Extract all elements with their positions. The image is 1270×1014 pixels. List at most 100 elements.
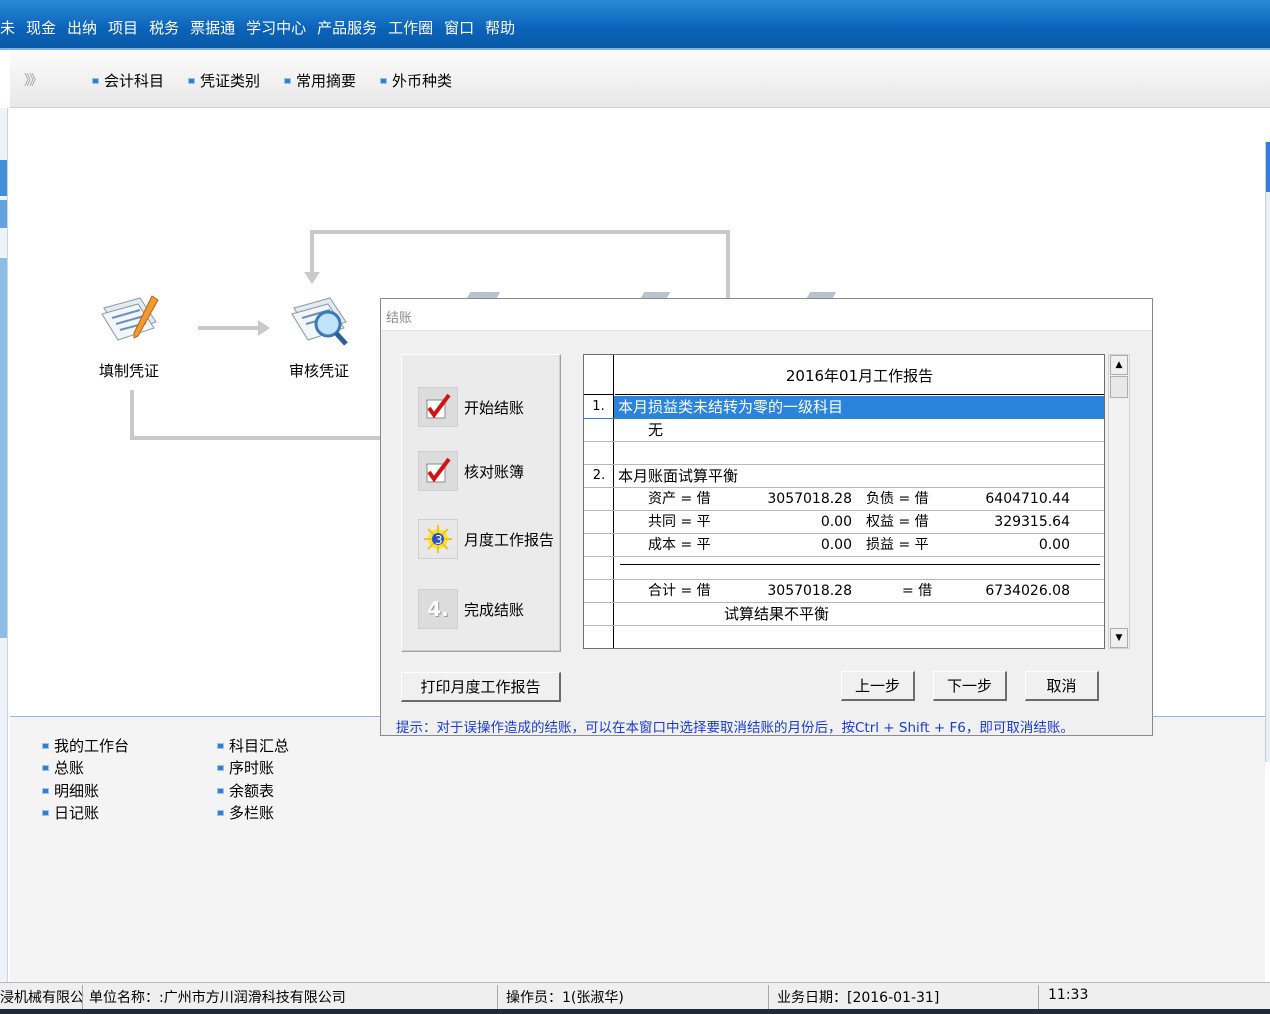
report-icon: 3 xyxy=(418,519,458,559)
total-label: = 借 xyxy=(902,583,933,599)
balance-label: 负债 = 借 xyxy=(866,491,929,507)
total-label: 合计 = 借 xyxy=(648,583,711,599)
flow-node-review-voucher[interactable]: 审核凭证 xyxy=(284,292,354,381)
check-icon xyxy=(418,451,458,491)
step-label: 核对账簿 xyxy=(464,462,525,481)
menu-item-help[interactable]: 帮助 xyxy=(480,17,521,39)
report-row[interactable]: 资产 = 借 3057018.28 负债 = 借 6404710.44 xyxy=(584,488,1104,511)
menu-item-project[interactable]: 项目 xyxy=(103,17,144,39)
flow-line xyxy=(310,230,314,275)
status-company-short: 浸机械有限公 xyxy=(0,990,84,1006)
right-panel-strip[interactable] xyxy=(1265,142,1270,762)
scroll-up-icon[interactable]: ▲ xyxy=(1110,355,1128,375)
flow-line xyxy=(130,436,382,440)
prev-step-button[interactable]: 上一步 xyxy=(841,671,915,701)
link-label: 余额表 xyxy=(229,782,275,800)
menu-item-workcircle[interactable]: 工作圈 xyxy=(383,17,439,39)
status-business-date: 业务日期：[2016-01-31] xyxy=(777,990,940,1006)
status-separator xyxy=(768,985,769,1009)
close-account-dialog: 结账 开始结账 核对账簿 3 月度工作报告 4. 完成结账 2016年01月工作… xyxy=(380,298,1153,736)
report-row[interactable]: 试算结果不平衡 xyxy=(584,603,1104,626)
toolbar-item-accounts[interactable]: 会计科目 xyxy=(92,70,164,91)
menu-item-partial[interactable]: 未 xyxy=(0,17,21,39)
link-detail-ledger[interactable]: 明细账 xyxy=(42,780,99,801)
balance-label: 资产 = 借 xyxy=(648,491,711,507)
bullet-icon xyxy=(217,742,224,749)
scroll-thumb[interactable] xyxy=(1110,376,1128,398)
balance-value: 329315.64 xyxy=(994,514,1070,530)
toolbar-item-currency[interactable]: 外币种类 xyxy=(380,70,452,91)
menu-item-window[interactable]: 窗口 xyxy=(439,17,480,39)
step-finish-close[interactable]: 4. 完成结账 xyxy=(418,589,524,629)
bullet-icon xyxy=(217,809,224,816)
balance-value: 0.00 xyxy=(1038,537,1070,553)
link-label: 明细账 xyxy=(54,782,100,800)
report-row[interactable]: 合计 = 借 3057018.28 = 借 6734026.08 xyxy=(584,580,1104,603)
link-chronological[interactable]: 序时账 xyxy=(217,757,274,778)
menu-item-cash[interactable]: 现金 xyxy=(21,17,62,39)
menu-item-cashier[interactable]: 出纳 xyxy=(62,17,103,39)
menu-item-learning[interactable]: 学习中心 xyxy=(241,17,312,39)
step4-number: 4. xyxy=(427,597,449,621)
link-my-workbench[interactable]: 我的工作台 xyxy=(42,735,129,756)
menu-item-products[interactable]: 产品服务 xyxy=(312,17,383,39)
report-row-selected[interactable]: 1. 本月损益类未结转为零的一级科目 xyxy=(584,396,1104,419)
flow-node-fill-voucher[interactable]: 填制凭证 xyxy=(94,292,164,381)
link-journal[interactable]: 日记账 xyxy=(42,802,99,823)
status-unit-name: 单位名称：:广州市方川润滑科技有限公司 xyxy=(89,990,346,1006)
bottom-links-panel: 我的工作台 总账 明细账 日记账 科目汇总 序时账 余额表 多栏账 xyxy=(10,716,1265,982)
status-separator xyxy=(1038,985,1039,1009)
link-general-ledger[interactable]: 总账 xyxy=(42,757,84,778)
toolbar-item-summaries[interactable]: 常用摘要 xyxy=(284,70,356,91)
bullet-icon xyxy=(42,787,49,794)
step-start-close[interactable]: 开始结账 xyxy=(418,387,524,427)
cancel-button[interactable]: 取消 xyxy=(1025,671,1099,701)
report-row[interactable] xyxy=(584,557,1104,580)
print-report-button[interactable]: 打印月度工作报告 xyxy=(401,672,561,702)
total-value: 6734026.08 xyxy=(985,583,1070,599)
step-monthly-report[interactable]: 3 月度工作报告 xyxy=(418,519,554,559)
status-time: 11:33 xyxy=(1048,987,1089,1003)
step-check-ledgers[interactable]: 核对账簿 xyxy=(418,451,524,491)
flow-line xyxy=(310,230,730,234)
bullet-icon xyxy=(284,77,292,84)
report-row[interactable]: 共同 = 平 0.00 权益 = 借 329315.64 xyxy=(584,511,1104,534)
flow-node-label: 审核凭证 xyxy=(288,362,349,380)
report-row[interactable]: 成本 = 平 0.00 损益 = 平 0.00 xyxy=(584,534,1104,557)
balance-value: 3057018.28 xyxy=(767,491,852,507)
bullet-icon xyxy=(92,77,99,84)
next-step-button[interactable]: 下一步 xyxy=(933,671,1007,701)
report-row[interactable] xyxy=(584,626,1104,648)
balance-label: 共同 = 平 xyxy=(648,514,711,530)
report-scrollbar[interactable]: ▲ ▼ xyxy=(1108,354,1130,649)
flow-node-label: 填制凭证 xyxy=(98,362,159,380)
report-row[interactable]: 2. 本月账面试算平衡 xyxy=(584,465,1104,488)
step4-number-icon: 4. xyxy=(418,589,458,629)
flow-line xyxy=(198,326,260,330)
menu-item-invoice[interactable]: 票据通 xyxy=(185,17,241,39)
menu-item-tax[interactable]: 税务 xyxy=(144,17,185,39)
dialog-title: 结账 xyxy=(386,311,413,326)
steps-panel: 开始结账 核对账簿 3 月度工作报告 4. 完成结账 xyxy=(401,354,561,652)
nav-strip-segment[interactable] xyxy=(0,160,7,196)
link-label: 日记账 xyxy=(54,804,100,822)
toolbar-item-voucher-types[interactable]: 凭证类别 xyxy=(188,70,260,91)
right-strip-tab[interactable] xyxy=(1266,142,1270,192)
left-nav-strip[interactable] xyxy=(0,108,8,983)
link-balance-sheet[interactable]: 余额表 xyxy=(217,780,274,801)
dialog-title-bar[interactable]: 结账 xyxy=(381,299,1152,331)
link-label: 多栏账 xyxy=(229,804,275,822)
nav-strip-segment[interactable] xyxy=(0,258,7,638)
section-title: 本月账面试算平衡 xyxy=(618,467,739,485)
toolbar-item-label: 凭证类别 xyxy=(200,72,261,90)
report-row[interactable] xyxy=(584,442,1104,465)
monthly-report-grid[interactable]: 2016年01月工作报告 1. 本月损益类未结转为零的一级科目 无 2. 本月账… xyxy=(583,354,1105,649)
balance-value: 0.00 xyxy=(820,537,852,553)
link-multi-column[interactable]: 多栏账 xyxy=(217,802,274,823)
nav-strip-segment[interactable] xyxy=(0,200,7,228)
scroll-down-icon[interactable]: ▼ xyxy=(1110,628,1128,648)
link-account-summary[interactable]: 科目汇总 xyxy=(217,735,289,756)
expand-chevron-icon[interactable]: 》》 xyxy=(24,70,43,90)
report-row[interactable]: 无 xyxy=(584,419,1104,442)
balance-result: 试算结果不平衡 xyxy=(724,605,830,623)
